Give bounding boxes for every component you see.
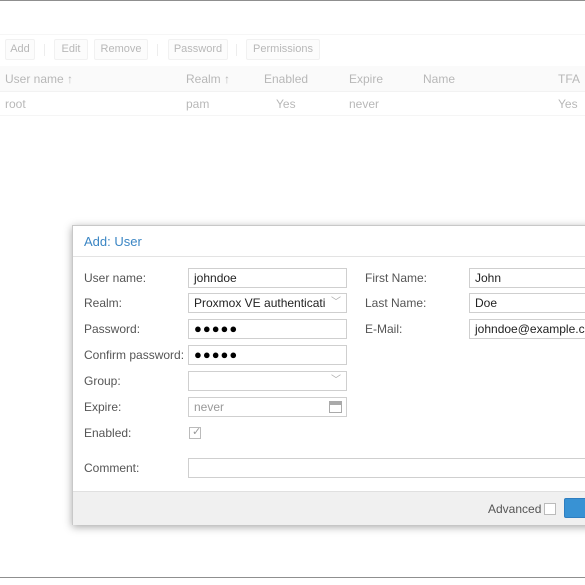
permissions-button[interactable]: Permissions	[246, 39, 320, 60]
advanced-label: Advanced	[488, 502, 542, 516]
password-field[interactable]: ●●●●●	[188, 319, 347, 339]
chevron-down-icon[interactable]: ﹀	[330, 372, 342, 390]
last-name-field[interactable]: Doe	[469, 293, 585, 313]
enabled-checkbox[interactable]: ✓	[189, 426, 202, 439]
column-header-username[interactable]: User name ↑	[5, 72, 73, 86]
table-row[interactable]: root pam Yes never Yes	[0, 92, 585, 116]
chevron-down-icon[interactable]: ﹀	[330, 294, 342, 312]
confirm-password-field[interactable]: ●●●●●	[188, 345, 347, 365]
column-header-expire[interactable]: Expire	[349, 72, 383, 86]
username-field[interactable]: johndoe	[188, 268, 347, 288]
edit-button[interactable]: Edit	[54, 39, 88, 60]
cell-tfa: Yes	[558, 97, 578, 111]
calendar-icon[interactable]	[329, 401, 342, 413]
add-submit-button[interactable]	[564, 498, 585, 518]
expire-date-field[interactable]: never	[188, 397, 347, 417]
first-name-field[interactable]: John	[469, 268, 585, 288]
column-header-enabled[interactable]: Enabled	[264, 72, 308, 86]
panel-header	[0, 1, 585, 35]
cell-realm: pam	[186, 97, 210, 111]
dialog-title: Add: User	[84, 234, 142, 249]
toolbar-separator	[44, 44, 45, 56]
sort-arrow-icon: ↑	[67, 72, 74, 86]
users-toolbar: Add Edit Remove Password Permissions	[0, 36, 585, 62]
advanced-checkbox[interactable]	[544, 503, 556, 515]
group-select[interactable]: ﹀	[188, 371, 347, 391]
column-header-realm[interactable]: Realm ↑	[186, 72, 230, 86]
enabled-label: Enabled:	[84, 426, 132, 440]
email-field[interactable]: johndoe@example.co	[469, 319, 585, 339]
grid-header: User name ↑ Realm ↑ Enabled Expire Name …	[0, 66, 585, 92]
expire-label: Expire:	[84, 400, 122, 414]
checkmark-icon: ✓	[192, 426, 202, 438]
username-label: User name:	[84, 271, 147, 285]
password-button[interactable]: Password	[168, 39, 228, 60]
column-header-tfa[interactable]: TFA	[558, 72, 580, 86]
email-label: E-Mail:	[365, 322, 403, 336]
cell-username: root	[5, 97, 26, 111]
column-header-name[interactable]: Name	[423, 72, 455, 86]
comment-label: Comment:	[84, 461, 140, 475]
add-button[interactable]: Add	[5, 39, 35, 60]
cell-enabled: Yes	[276, 97, 296, 111]
cell-expire: never	[349, 97, 380, 111]
realm-value: Proxmox VE authenticati	[194, 296, 326, 310]
dialog-footer: Advanced	[73, 491, 585, 525]
toolbar-separator	[236, 44, 237, 56]
confirm-password-label: Confirm password:	[84, 348, 185, 362]
add-user-dialog: Add: User User name: Realm: Password: Co…	[72, 225, 585, 525]
expire-placeholder: never	[194, 400, 225, 414]
first-name-label: First Name:	[365, 271, 428, 285]
comment-field[interactable]	[188, 458, 585, 478]
realm-select[interactable]: Proxmox VE authenticati ﹀	[188, 293, 347, 313]
toolbar-separator	[157, 44, 158, 56]
realm-label: Realm:	[84, 296, 123, 310]
window-bottom-border	[0, 577, 585, 578]
password-label: Password:	[84, 322, 141, 336]
group-label: Group:	[84, 374, 121, 388]
remove-button[interactable]: Remove	[94, 39, 148, 60]
last-name-label: Last Name:	[365, 296, 427, 310]
sort-arrow-icon: ↑	[224, 72, 231, 86]
dialog-title-divider	[73, 256, 585, 257]
